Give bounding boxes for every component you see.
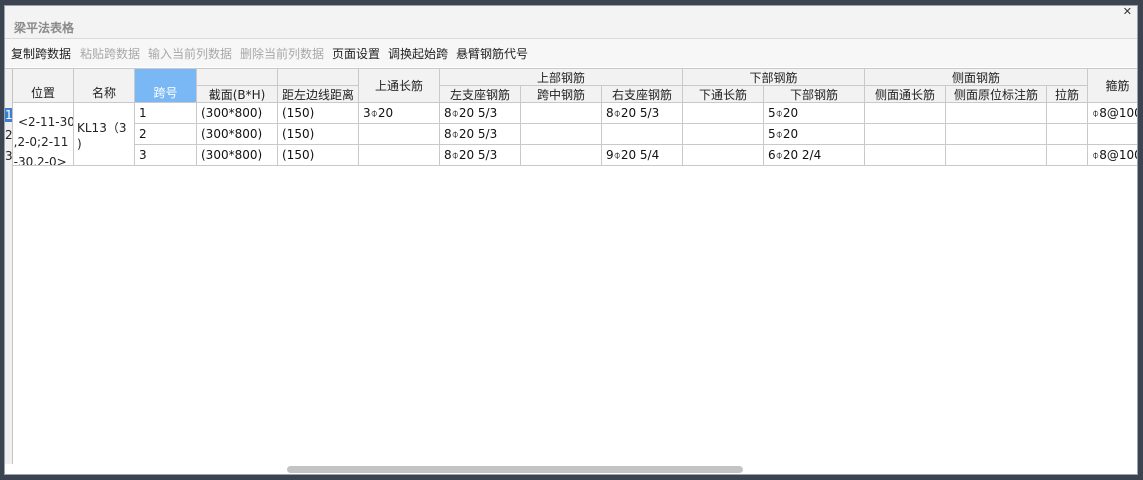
col-header-blank — [197, 69, 278, 86]
stirrup-cell[interactable] — [1088, 124, 1137, 145]
bottom-through-cell[interactable] — [683, 145, 764, 166]
cantilever-code-button[interactable]: 悬臂钢筋代号 — [456, 47, 528, 61]
right-support-cell[interactable]: 8⌽20 5/3 — [602, 103, 683, 124]
col-header-bottom-rebar[interactable]: 下部钢筋 — [764, 86, 865, 103]
location-text-1: <2-11-30 — [18, 115, 74, 129]
offset-cell[interactable]: (150) — [278, 103, 359, 124]
beam-name-cell[interactable]: KL13（3 ) — [74, 103, 135, 166]
col-header-tie-bar[interactable]: 拉筋 — [1047, 86, 1088, 103]
mid-span-cell[interactable] — [521, 145, 602, 166]
tie-bar-cell[interactable] — [1047, 145, 1088, 166]
col-header-name[interactable]: 名称 — [74, 69, 135, 103]
bottom-rebar-cell[interactable]: 6⌽20 2/4 — [764, 145, 865, 166]
section-cell[interactable]: (300*800) — [197, 103, 278, 124]
horizontal-scroll-thumb[interactable] — [287, 466, 743, 473]
col-header-section[interactable]: 截面(B*H) — [197, 86, 278, 103]
side-in-situ-cell[interactable] — [946, 124, 1047, 145]
left-support-cell[interactable]: 8⌽20 5/3 — [440, 124, 521, 145]
page-setup-button[interactable]: 页面设置 — [332, 47, 380, 61]
top-through-cell[interactable] — [359, 124, 440, 145]
col-header-mid-span[interactable]: 跨中钢筋 — [521, 86, 602, 103]
location-text-3: 3-30,2-0> — [13, 155, 67, 166]
window-title: 梁平法表格 — [14, 21, 75, 35]
col-header-offset[interactable]: 距左边线距离 — [278, 86, 359, 103]
stirrup-cell[interactable]: ⌽8@100 — [1088, 103, 1137, 124]
col-header-right-support[interactable]: 右支座钢筋 — [602, 86, 683, 103]
col-header-position[interactable]: 位置 — [13, 69, 74, 103]
side-in-situ-cell[interactable] — [946, 103, 1047, 124]
toolbar: 复制跨数据 粘贴跨数据 输入当前列数据 删除当前列数据 页面设置 调换起始跨 悬… — [5, 39, 1137, 67]
span-cell[interactable]: 2 — [135, 124, 197, 145]
bottom-through-cell[interactable] — [683, 103, 764, 124]
copy-span-data-button[interactable]: 复制跨数据 — [11, 47, 71, 61]
left-support-cell[interactable]: 8⌽20 5/3 — [440, 145, 521, 166]
col-header-stirrup[interactable]: 箍筋 — [1088, 69, 1137, 103]
top-through-cell[interactable]: 3⌽20 — [359, 103, 440, 124]
location-text-2: 2,2-0;2-11 — [13, 135, 69, 149]
side-through-cell[interactable] — [865, 145, 946, 166]
side-through-cell[interactable] — [865, 103, 946, 124]
col-header-blank — [278, 69, 359, 86]
col-header-side-in-situ[interactable]: 侧面原位标注筋 — [946, 86, 1047, 103]
right-support-cell[interactable] — [602, 124, 683, 145]
bottom-rebar-cell[interactable]: 5⌽20 — [764, 103, 865, 124]
offset-cell[interactable]: (150) — [278, 145, 359, 166]
horizontal-scrollbar[interactable] — [5, 464, 1137, 474]
group-header-side-rebar: 侧面钢筋 — [865, 69, 1088, 86]
top-through-cell[interactable] — [359, 145, 440, 166]
span-cell[interactable]: 1 — [135, 103, 197, 124]
row-number[interactable]: 3 — [5, 149, 12, 163]
span-cell[interactable]: 3 — [135, 145, 197, 166]
beam-grid: 位置 名称 跨号 截面(B*H) 距左边线距离 上通长筋 上部钢筋 左支座钢筋 … — [5, 68, 1137, 464]
col-header-span-no[interactable]: 跨号 — [135, 69, 197, 103]
swap-start-span-button[interactable]: 调换起始跨 — [388, 47, 448, 61]
location-cell[interactable]: <2-11-30 2,2-0;2-11 3-30,2-0> — [13, 103, 74, 166]
bottom-through-cell[interactable] — [683, 124, 764, 145]
col-header-top-through[interactable]: 上通长筋 — [359, 69, 440, 103]
row-number[interactable]: 1 — [5, 108, 12, 122]
delete-column-data-button[interactable]: 删除当前列数据 — [240, 47, 324, 61]
tie-bar-cell[interactable] — [1047, 124, 1088, 145]
col-header-bottom-through[interactable]: 下通长筋 — [683, 86, 764, 103]
row-number[interactable]: 2 — [5, 128, 12, 142]
side-in-situ-cell[interactable] — [946, 145, 1047, 166]
section-cell[interactable]: (300*800) — [197, 124, 278, 145]
bottom-rebar-cell[interactable]: 5⌽20 — [764, 124, 865, 145]
stirrup-cell[interactable]: ⌽8@100 — [1088, 145, 1137, 166]
col-header-left-support[interactable]: 左支座钢筋 — [440, 86, 521, 103]
col-header-side-through[interactable]: 侧面通长筋 — [865, 86, 946, 103]
section-cell[interactable]: (300*800) — [197, 145, 278, 166]
group-header-top-rebar: 上部钢筋 — [440, 69, 683, 86]
input-column-data-button[interactable]: 输入当前列数据 — [148, 47, 232, 61]
mid-span-cell[interactable] — [521, 103, 602, 124]
left-support-cell[interactable]: 8⌽20 5/3 — [440, 103, 521, 124]
tie-bar-cell[interactable] — [1047, 103, 1088, 124]
group-header-bottom-rebar: 下部钢筋 — [683, 69, 865, 86]
offset-cell[interactable]: (150) — [278, 124, 359, 145]
mid-span-cell[interactable] — [521, 124, 602, 145]
title-bar: 梁平法表格 ✕ — [5, 6, 1137, 39]
paste-span-data-button[interactable]: 粘贴跨数据 — [80, 47, 140, 61]
side-through-cell[interactable] — [865, 124, 946, 145]
right-support-cell[interactable]: 9⌽20 5/4 — [602, 145, 683, 166]
beam-table-window: 梁平法表格 ✕ 复制跨数据 粘贴跨数据 输入当前列数据 删除当前列数据 页面设置… — [4, 5, 1138, 475]
close-icon[interactable]: ✕ — [1123, 6, 1132, 18]
